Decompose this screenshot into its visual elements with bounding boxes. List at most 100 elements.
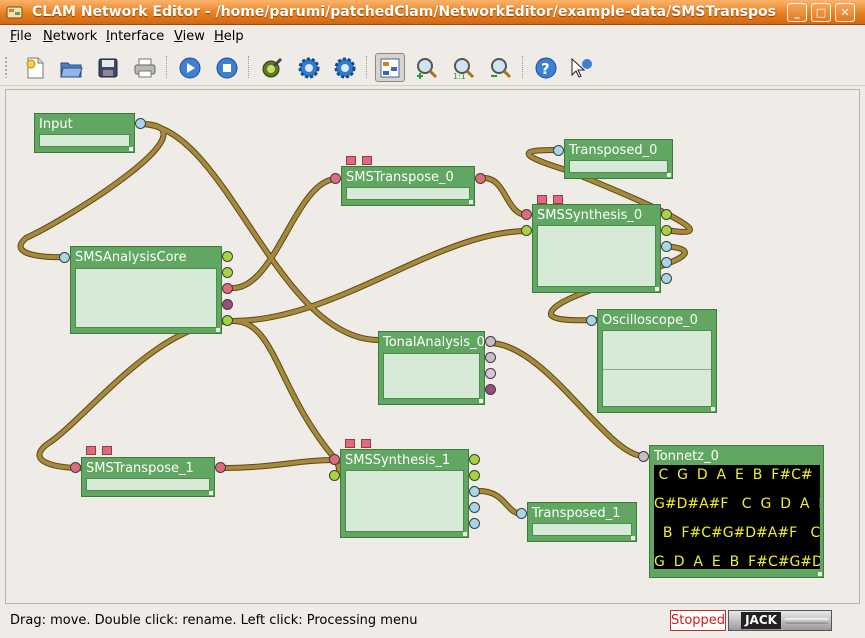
processing-sms-transpose-0[interactable]: SMSTranspose_0 — [341, 166, 475, 206]
minimize-button[interactable]: _ — [787, 3, 807, 22]
menu-help[interactable]: Help — [214, 29, 244, 44]
analysis-out-port[interactable] — [222, 283, 233, 294]
stop-button[interactable] — [212, 53, 242, 82]
new-network-button[interactable] — [20, 53, 50, 82]
control-in-port[interactable] — [86, 446, 96, 455]
save-network-button[interactable] — [93, 53, 123, 82]
synth1-out-port[interactable] — [469, 518, 480, 529]
processing-sms-synthesis-1[interactable]: SMSSynthesis_1 — [340, 449, 469, 538]
close-button[interactable]: ✕ — [835, 3, 855, 22]
synth1-in-port[interactable] — [329, 470, 340, 481]
menu-file[interactable]: File — [10, 29, 32, 44]
synth0-out-port[interactable] — [661, 209, 672, 220]
synth0-out-port[interactable] — [661, 257, 672, 268]
print-button[interactable] — [130, 53, 160, 82]
zoom-in-button[interactable] — [412, 53, 442, 82]
synth0-out-port[interactable] — [661, 241, 672, 252]
resize-grip[interactable] — [469, 200, 473, 204]
processing-body — [532, 523, 632, 536]
processing-sms-analysis-core[interactable]: SMSAnalysisCore — [70, 246, 222, 334]
processing-transposed-1[interactable]: Transposed_1 — [527, 502, 637, 542]
analysis-in-port[interactable] — [59, 252, 70, 263]
control-in-port[interactable] — [553, 195, 563, 204]
analysis-out-port[interactable] — [222, 299, 233, 310]
analysis-out-port[interactable] — [222, 315, 233, 326]
tonnetz-in-port[interactable] — [638, 451, 649, 462]
analysis-out-port[interactable] — [222, 251, 233, 262]
resize-grip[interactable] — [631, 536, 635, 540]
processing-transposed-0[interactable]: Transposed_0 — [564, 139, 673, 179]
backend-settings-button[interactable] — [294, 53, 324, 82]
menu-network[interactable]: Network — [43, 29, 97, 44]
resize-grip[interactable] — [667, 173, 671, 177]
processing-body — [75, 268, 217, 328]
tonal-out-port[interactable] — [485, 384, 496, 395]
control-in-port[interactable] — [361, 439, 371, 448]
resize-grip[interactable] — [209, 491, 213, 495]
resize-grip[interactable] — [818, 572, 822, 576]
play-button[interactable] — [175, 53, 205, 82]
processing-oscilloscope-0[interactable]: Oscilloscope_0 — [597, 309, 717, 413]
network-canvas[interactable]: Input SMSAnalysisCore SMSTranspose_0 Tra… — [5, 89, 860, 604]
title-bar[interactable]: CLAM Network Editor - /home/parumi/patch… — [0, 0, 865, 25]
audio-settings-button[interactable] — [330, 53, 360, 82]
tonal-out-port[interactable] — [485, 368, 496, 379]
input-out-port[interactable] — [135, 118, 146, 129]
print-icon — [134, 58, 156, 77]
whats-this-button[interactable] — [566, 53, 596, 82]
synth0-in-port[interactable] — [521, 209, 532, 220]
resize-grip[interactable] — [711, 407, 715, 411]
processing-tonnetz-0[interactable]: Tonnetz_0 C G D A E B F#C# G#D#A#F C G D… — [649, 445, 824, 578]
control-in-port[interactable] — [537, 195, 547, 204]
menu-interface[interactable]: Interface — [106, 29, 164, 44]
transpose1-out-port[interactable] — [215, 462, 226, 473]
toolbar-separator — [248, 56, 250, 78]
synth1-out-port[interactable] — [469, 470, 480, 481]
synth0-out-port[interactable] — [661, 225, 672, 236]
zoom-out-icon — [491, 57, 512, 78]
control-in-port[interactable] — [102, 446, 112, 455]
configure-button[interactable] — [257, 53, 287, 82]
transpose1-in-port[interactable] — [70, 462, 81, 473]
synth0-in-port[interactable] — [521, 225, 532, 236]
processing-tonal-analysis-0[interactable]: TonalAnalysis_0 — [378, 331, 485, 405]
resize-grip[interactable] — [655, 287, 659, 291]
toolbar-handle[interactable] — [4, 56, 8, 78]
tonal-out-port[interactable] — [485, 336, 496, 347]
maximize-button[interactable]: □ — [811, 3, 831, 22]
synth1-out-port[interactable] — [469, 502, 480, 513]
resize-grip[interactable] — [479, 399, 483, 403]
resize-grip[interactable] — [216, 328, 220, 332]
transpose0-out-port[interactable] — [475, 173, 486, 184]
processing-body — [345, 470, 464, 532]
processing-body — [346, 187, 470, 200]
synth1-out-port[interactable] — [469, 486, 480, 497]
synth0-out-port[interactable] — [661, 273, 672, 284]
processing-input[interactable]: Input — [34, 113, 135, 153]
processing-sms-transpose-1[interactable]: SMSTranspose_1 — [81, 457, 215, 497]
zoom-out-button[interactable] — [486, 53, 516, 82]
zoom-reset-button[interactable]: 1:1 — [449, 53, 479, 82]
oscilloscope-in-port[interactable] — [586, 315, 597, 326]
synth1-out-port[interactable] — [469, 454, 480, 465]
transposed1-in-port[interactable] — [516, 508, 527, 519]
resize-grip[interactable] — [129, 147, 133, 151]
processing-sms-synthesis-0[interactable]: SMSSynthesis_0 — [532, 204, 661, 293]
resize-grip[interactable] — [463, 532, 467, 536]
open-network-button[interactable] — [56, 53, 86, 82]
control-in-port[interactable] — [362, 156, 372, 165]
help-icon: ? — [535, 57, 557, 78]
analysis-out-port[interactable] — [222, 267, 233, 278]
tonnetz-row: C G D A E B F#C# — [654, 467, 813, 483]
open-folder-icon — [60, 62, 83, 77]
fit-network-button[interactable] — [375, 53, 405, 82]
tonal-out-port[interactable] — [485, 352, 496, 363]
transpose0-in-port[interactable] — [330, 173, 341, 184]
control-in-port[interactable] — [345, 439, 355, 448]
synth1-in-port[interactable] — [329, 454, 340, 465]
menu-view[interactable]: View — [174, 29, 205, 44]
toolbar: 1:1 ? — [0, 48, 865, 86]
help-button[interactable]: ? — [531, 53, 561, 82]
transposed0-in-port[interactable] — [553, 145, 564, 156]
control-in-port[interactable] — [346, 156, 356, 165]
